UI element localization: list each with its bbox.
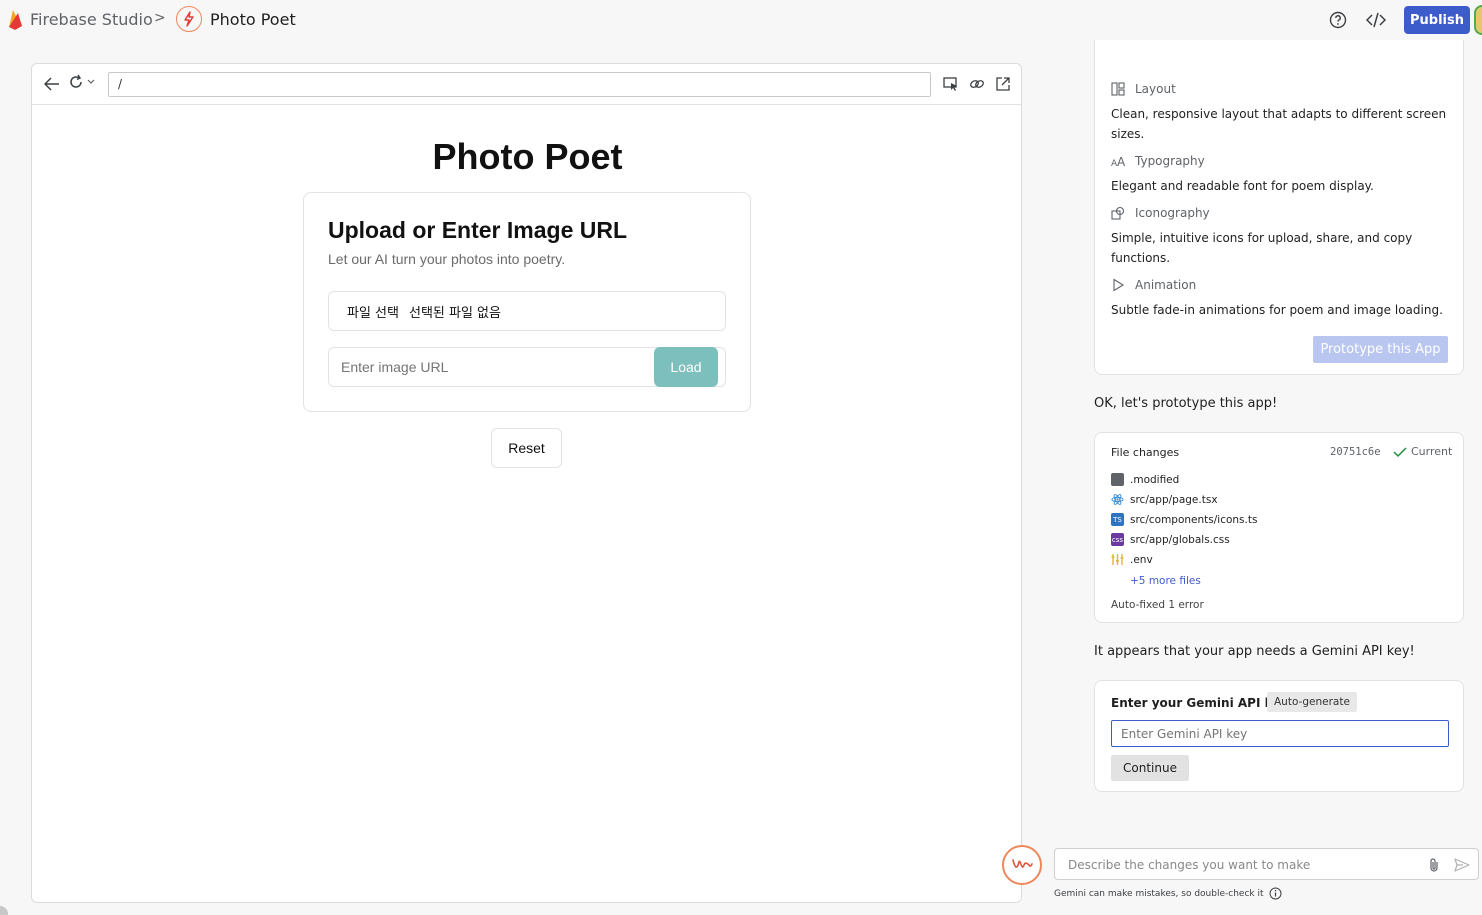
svg-text:A: A [1117, 155, 1125, 167]
file-change-row[interactable]: src/app/page.tsx [1111, 493, 1218, 506]
chat-input-placeholder[interactable]: Describe the changes you want to make [1068, 858, 1310, 872]
code-view-icon[interactable] [1362, 6, 1390, 34]
file-change-row[interactable]: css src/app/globals.css [1111, 533, 1230, 546]
reload-icon [70, 74, 82, 88]
file-changes-card: File changes 20751c6e Current .modified … [1094, 432, 1464, 623]
checkmark-icon [1393, 446, 1407, 457]
react-icon [1111, 493, 1124, 506]
select-element-icon[interactable] [942, 74, 960, 94]
image-url-row: Load [328, 347, 726, 387]
reload-button[interactable] [68, 74, 96, 90]
info-icon[interactable] [1269, 887, 1282, 900]
guideline-heading-animation: Animation [1111, 278, 1196, 292]
guideline-heading-layout: Layout [1111, 82, 1176, 96]
layout-icon [1111, 82, 1125, 96]
choose-file-button[interactable]: 파일 선택 [347, 302, 399, 321]
file-change-row[interactable]: .env [1111, 553, 1153, 566]
project-name: Photo Poet [210, 9, 296, 29]
reset-button[interactable]: Reset [491, 428, 562, 468]
chat-message-prototype: OK, let's prototype this app! [1094, 396, 1278, 411]
upload-card-title: Upload or Enter Image URL [328, 217, 628, 243]
auto-fixed-note: Auto-fixed 1 error [1111, 599, 1204, 611]
brand[interactable]: Firebase Studio [6, 7, 153, 31]
api-key-input[interactable] [1111, 720, 1449, 747]
gemini-logo-icon [1012, 859, 1033, 868]
chat-message-api-key: It appears that your app needs a Gemini … [1094, 644, 1415, 659]
guideline-text-animation: Subtle fade-in animations for poem and i… [1111, 303, 1443, 317]
more-files-link[interactable]: +5 more files [1130, 575, 1201, 587]
gemini-avatar [1002, 845, 1042, 885]
breadcrumb-separator: > [154, 10, 166, 26]
style-guidelines-card: Layout Clean, responsive layout that ada… [1094, 40, 1464, 375]
api-key-card: Enter your Gemini API key Auto-generate … [1094, 680, 1464, 792]
commit-hash[interactable]: 20751c6e [1330, 446, 1381, 458]
guideline-text-iconography: Simple, intuitive icons for upload, shar… [1111, 231, 1413, 265]
guideline-heading-typography: AA Typography [1111, 154, 1205, 168]
firebase-flame-icon [9, 10, 22, 30]
app-preview-frame: / Photo Poet Upload or Enter Image URL L… [31, 63, 1022, 903]
upload-card-subtitle: Let our AI turn your photos into poetry. [328, 251, 566, 267]
publish-button[interactable]: Publish [1404, 6, 1470, 34]
css-icon: css [1111, 533, 1124, 546]
chat-input-actions [1424, 855, 1472, 875]
auto-generate-button[interactable]: Auto-generate [1267, 692, 1357, 712]
link-icon[interactable] [968, 74, 986, 94]
env-icon [1111, 553, 1124, 566]
file-upload-input[interactable]: 파일 선택 선택된 파일 없음 [328, 291, 726, 331]
project-breadcrumb[interactable]: Photo Poet [176, 6, 296, 32]
open-external-icon[interactable] [994, 74, 1012, 94]
chevron-down-icon [87, 79, 95, 84]
help-icon[interactable] [1324, 6, 1352, 34]
project-logo-icon [176, 6, 202, 32]
commit-status: Current [1393, 445, 1452, 458]
upload-card: Upload or Enter Image URL Let our AI tur… [303, 192, 751, 412]
prototype-app-button[interactable]: Prototype this App [1313, 336, 1448, 363]
gemini-chat-panel: Layout Clean, responsive layout that ada… [1080, 40, 1482, 915]
play-icon [1113, 278, 1125, 292]
top-bar: Firebase Studio > Photo Poet Publish [0, 0, 1482, 40]
api-key-title: Enter your Gemini API key [1111, 696, 1289, 710]
typography-icon: AA [1111, 155, 1125, 167]
gemini-disclaimer: Gemini can make mistakes, so double-chec… [1054, 887, 1282, 900]
preview-browser-bar: / [32, 64, 1021, 105]
file-changes-title: File changes [1111, 446, 1180, 459]
iconography-icon [1111, 206, 1125, 220]
file-icon [1111, 473, 1124, 486]
brand-name: Firebase Studio [30, 9, 153, 29]
corner-handle [0, 906, 8, 915]
guideline-text-typography: Elegant and readable font for poem displ… [1111, 179, 1374, 193]
preview-url-field[interactable]: / [108, 72, 931, 97]
back-arrow-icon[interactable] [42, 74, 62, 94]
file-status-text: 선택된 파일 없음 [408, 305, 501, 321]
attachment-icon[interactable] [1424, 855, 1444, 875]
guideline-heading-iconography: Iconography [1111, 206, 1210, 220]
continue-button[interactable]: Continue [1111, 755, 1189, 781]
guideline-text-layout: Clean, responsive layout that adapts to … [1111, 107, 1447, 141]
app-title: Photo Poet [432, 136, 623, 177]
preview-toolbar [942, 74, 1012, 94]
typescript-icon: TS [1111, 513, 1124, 526]
file-change-row[interactable]: TS src/components/icons.ts [1111, 513, 1257, 526]
image-url-input[interactable] [341, 359, 641, 375]
file-change-row[interactable]: .modified [1111, 473, 1179, 486]
user-avatar[interactable] [1474, 5, 1482, 35]
top-actions: Publish [1324, 5, 1482, 35]
load-button[interactable]: Load [654, 347, 718, 387]
send-icon[interactable] [1452, 855, 1472, 875]
chat-input-box[interactable]: Describe the changes you want to make [1054, 848, 1479, 880]
